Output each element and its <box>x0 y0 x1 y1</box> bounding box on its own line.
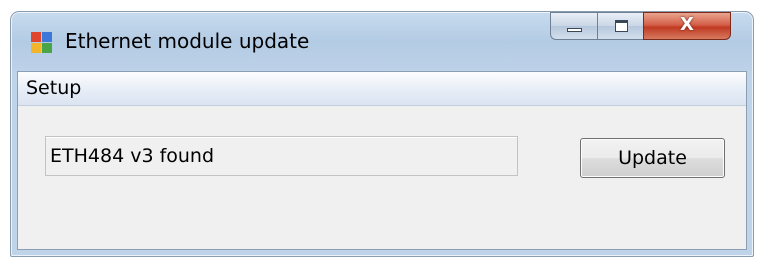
app-window: Ethernet module update X Setup ETH484 v3… <box>10 11 754 257</box>
app-icon-red-square <box>31 32 41 42</box>
close-button[interactable]: X <box>643 12 731 40</box>
maximize-icon <box>615 20 628 32</box>
window-title: Ethernet module update <box>65 29 310 53</box>
app-icon-green-square <box>42 43 52 53</box>
minimize-button[interactable] <box>550 12 597 40</box>
status-field: ETH484 v3 found <box>45 136 518 176</box>
title-bar[interactable]: Ethernet module update X <box>11 12 753 70</box>
close-icon: X <box>680 14 694 35</box>
app-icon[interactable] <box>31 32 53 54</box>
minimize-icon <box>567 28 582 32</box>
menu-bar: Setup <box>18 72 746 106</box>
app-icon-blue-square <box>42 32 52 42</box>
client-area: Setup ETH484 v3 found Update <box>17 71 747 250</box>
update-button[interactable]: Update <box>580 138 725 178</box>
maximize-button[interactable] <box>597 12 643 40</box>
menu-item-setup[interactable]: Setup <box>18 72 89 105</box>
app-icon-yellow-square <box>31 43 41 53</box>
